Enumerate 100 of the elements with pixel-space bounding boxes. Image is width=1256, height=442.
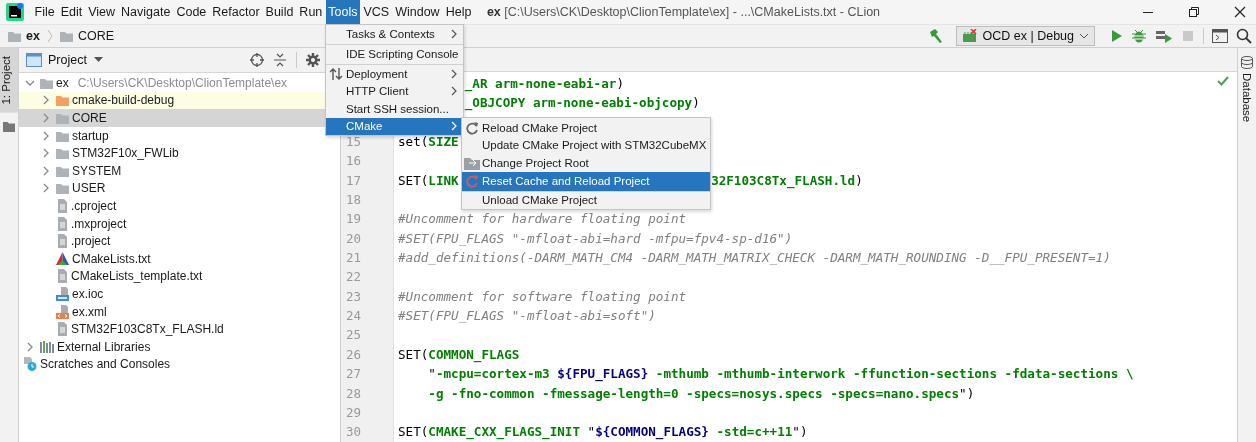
code-line: #Uncomment for software floating point: [398, 288, 687, 304]
code-line: _OBJCOPY arm-none-eabi-objcopy): [464, 95, 700, 111]
file-icon: [56, 269, 68, 284]
folder-icon: [59, 30, 73, 42]
transfer-arrows-icon: [329, 66, 343, 81]
folder-arrow-icon: [464, 155, 480, 170]
step-run-icon[interactable]: [1155, 28, 1173, 44]
run-icon[interactable]: [1109, 29, 1123, 43]
folder-icon: [40, 76, 53, 89]
folder-path: C:\Users\CK\Desktop\ClionTemplate\ex: [77, 75, 288, 90]
code-line: "-mcpu=cortex-m3 ${FPU_FLAGS} -mthumb -mthumb-interwork -ffunction-sections -fdata-sections \: [427, 366, 1134, 382]
menu-item[interactable]: Unload CMake Project: [462, 191, 710, 209]
menu-item[interactable]: View: [85, 0, 118, 24]
window-title: ex [C:\Users\CK\Desktop\ClionTemplate\ex] - ...\CMakeLists.txt - CLion: [486, 5, 881, 19]
locate-icon[interactable]: [250, 53, 264, 67]
code-line: SET(CMAKE_CXX_FLAGS_INIT "${COMMON_FLAGS} -std=c++11"): [398, 424, 808, 440]
tree-item[interactable]: ex.ioc: [19, 285, 340, 303]
menu-item[interactable]: Code: [173, 0, 209, 24]
line-number: 22: [341, 267, 394, 287]
caret-icon: [1079, 33, 1089, 39]
run-configuration-dropdown[interactable]: OCD ex | Debug: [955, 26, 1095, 46]
database-icon: [1241, 56, 1253, 69]
board-icon: [961, 29, 978, 43]
tool-window-tab[interactable]: Database: [1238, 48, 1256, 131]
tree-item[interactable]: STM32F10x_FWLib: [19, 144, 340, 162]
code-line: set(SIZE: [398, 134, 459, 150]
menu-item[interactable]: Tools: [325, 0, 360, 24]
tree-item[interactable]: USER: [19, 179, 340, 198]
menu-item[interactable]: Navigate: [118, 0, 173, 24]
menu-item[interactable]: Update CMake Project with STM32CubeMX: [462, 136, 710, 154]
menu-item[interactable]: Help: [443, 0, 474, 24]
menu-item[interactable]: Edit: [58, 0, 85, 24]
line-number: 30: [341, 422, 394, 442]
menu-item[interactable]: Build: [263, 0, 296, 24]
caret-icon: [93, 57, 103, 63]
line-number: 27: [341, 364, 394, 384]
file-icon: [56, 198, 68, 213]
chevron-icon: [46, 29, 53, 43]
breadcrumb[interactable]: CORE: [77, 29, 115, 43]
line-number: 25: [341, 325, 394, 345]
menu-item[interactable]: Window: [392, 0, 443, 24]
code-line: SET(COMMON_FLAGS: [398, 346, 520, 362]
menu-item[interactable]: Reset Cache and Reload Project: [462, 171, 710, 192]
refresh-icon: [465, 120, 479, 135]
tree-item[interactable]: ex.xml: [19, 302, 340, 321]
terminal-icon[interactable]: [1212, 29, 1228, 43]
folder-icon: [3, 120, 15, 132]
view-dropdown[interactable]: Project: [46, 53, 105, 67]
tree-item[interactable]: STM32F103C8Tx_FLASH.ld: [19, 320, 340, 338]
file-icon: [56, 216, 68, 231]
menu-item[interactable]: CMake: [326, 117, 463, 135]
tree-item[interactable]: External Libraries: [19, 337, 340, 356]
code-line: _AR arm-none-eabi-ar): [464, 76, 624, 91]
restore-icon[interactable]: [1188, 6, 1200, 18]
ioc-file-icon: [56, 286, 69, 301]
code-line: #Uncomment for hardware floating point: [398, 211, 687, 227]
refresh-icon: [465, 173, 479, 188]
line-number: 18: [341, 190, 394, 210]
scratches-icon: [23, 357, 37, 372]
bug-icon[interactable]: [1131, 28, 1147, 44]
folder-icon: [56, 129, 69, 142]
code-line: 32F103C8Tx_FLASH.ld): [711, 171, 863, 191]
tree-item[interactable]: Scratches and Consoles: [19, 355, 340, 374]
line-number: 19: [341, 209, 394, 229]
close-icon[interactable]: [1234, 6, 1246, 18]
line-number: 16: [341, 151, 394, 171]
tool-window-tab[interactable]: 1: Project: [0, 48, 18, 113]
code-line: #SET(FPU_FLAGS "-mfloat-abi=soft"): [398, 308, 656, 324]
stop-icon: [1181, 29, 1195, 43]
code-line: #add_definitions(-DARM_MATH_CM4 -DARM_MATH_MATRIX_CHECK -DARM_MATH_ROUNDING -D__FPU_PRESENT=1): [398, 250, 1111, 266]
menu-item[interactable]: Run: [296, 0, 325, 24]
folder-icon: [56, 147, 69, 160]
menu-item[interactable]: Tasks & Contexts: [326, 25, 463, 45]
collapse-icon[interactable]: [273, 53, 287, 67]
hammer-icon[interactable]: [927, 28, 944, 44]
folder-icon: [8, 30, 21, 42]
search-icon[interactable]: [1236, 28, 1252, 44]
folder-icon: [56, 164, 69, 177]
folder-icon: [56, 182, 69, 195]
menu-item[interactable]: File: [32, 0, 58, 24]
line-number: 24: [341, 306, 394, 326]
menu-item[interactable]: Change Project Root: [462, 154, 710, 172]
app-logo-icon: [6, 3, 24, 21]
tree-item[interactable]: CMakeLists_template.txt: [19, 267, 340, 286]
menu-item[interactable]: VCS: [361, 0, 392, 24]
menu-item[interactable]: Reload CMake Project: [462, 119, 710, 137]
tree-item[interactable]: .cproject: [19, 197, 340, 215]
menu-item[interactable]: Refactor: [209, 0, 263, 24]
line-number: 21: [341, 248, 394, 268]
breadcrumb[interactable]: ex: [26, 29, 40, 43]
code-line: SET(LINK: [398, 172, 459, 188]
tree-item[interactable]: .mxproject: [19, 214, 340, 233]
tree-item[interactable]: CMakeLists.txt: [19, 249, 340, 268]
menu-item[interactable]: IDE Scripting Console: [326, 45, 463, 65]
tree-item[interactable]: .project: [19, 232, 340, 250]
settings-icon[interactable]: [306, 53, 320, 67]
library-icon: [40, 340, 54, 353]
check-icon: [1217, 76, 1229, 86]
tree-item[interactable]: SYSTEM: [19, 161, 340, 180]
xml-file-icon: [56, 304, 69, 319]
